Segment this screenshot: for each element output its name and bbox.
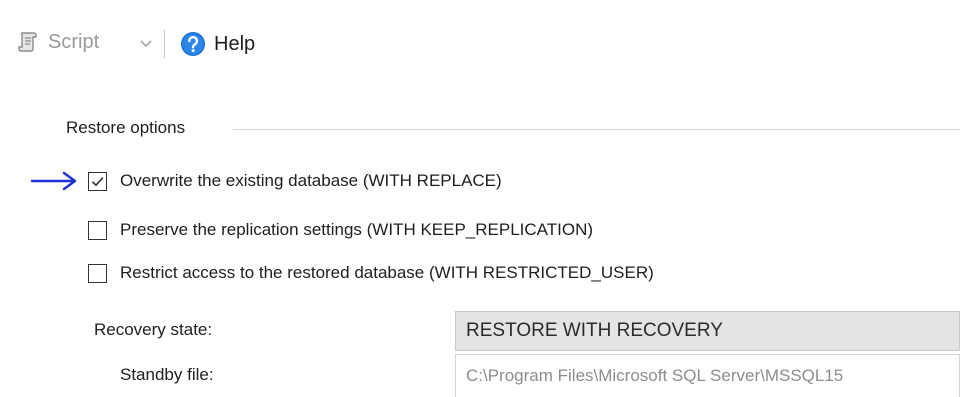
recovery-state-value: RESTORE WITH RECOVERY bbox=[466, 320, 723, 341]
restrict-access-label[interactable]: Restrict access to the restored database… bbox=[120, 263, 654, 283]
standby-file-value: C:\Program Files\Microsoft SQL Server\MS… bbox=[466, 366, 844, 385]
standby-file-label: Standby file: bbox=[120, 365, 214, 384]
checkbox-box[interactable] bbox=[88, 263, 107, 283]
checkbox-box[interactable] bbox=[88, 220, 107, 240]
help-button[interactable]: Help bbox=[180, 31, 255, 57]
toolbar-separator bbox=[164, 30, 165, 58]
recovery-state-dropdown[interactable]: RESTORE WITH RECOVERY bbox=[455, 311, 960, 351]
overwrite-existing-checkbox[interactable]: Overwrite the existing database (WITH RE… bbox=[88, 168, 502, 194]
restore-options-title: Restore options bbox=[66, 118, 186, 137]
restrict-access-checkbox[interactable]: Restrict access to the restored database… bbox=[88, 260, 654, 286]
group-divider bbox=[233, 129, 960, 130]
preserve-replication-checkbox[interactable]: Preserve the replication settings (WITH … bbox=[88, 217, 593, 243]
help-label: Help bbox=[214, 32, 256, 55]
checkmark-icon bbox=[91, 176, 104, 186]
checkbox-box[interactable] bbox=[88, 171, 107, 191]
help-icon bbox=[181, 32, 205, 56]
restore-options-page: Script Help Restore options Overwrite th… bbox=[0, 0, 960, 397]
chevron-down-icon[interactable] bbox=[140, 40, 152, 48]
recovery-state-label: Recovery state: bbox=[94, 320, 213, 339]
overwrite-existing-label[interactable]: Overwrite the existing database (WITH RE… bbox=[120, 171, 502, 191]
arrow-annotation-icon bbox=[30, 171, 77, 191]
script-label: Script bbox=[48, 30, 100, 53]
preserve-replication-label[interactable]: Preserve the replication settings (WITH … bbox=[120, 220, 593, 240]
script-button[interactable]: Script bbox=[16, 30, 99, 54]
script-icon bbox=[18, 32, 37, 52]
standby-file-input[interactable]: C:\Program Files\Microsoft SQL Server\MS… bbox=[455, 354, 960, 397]
